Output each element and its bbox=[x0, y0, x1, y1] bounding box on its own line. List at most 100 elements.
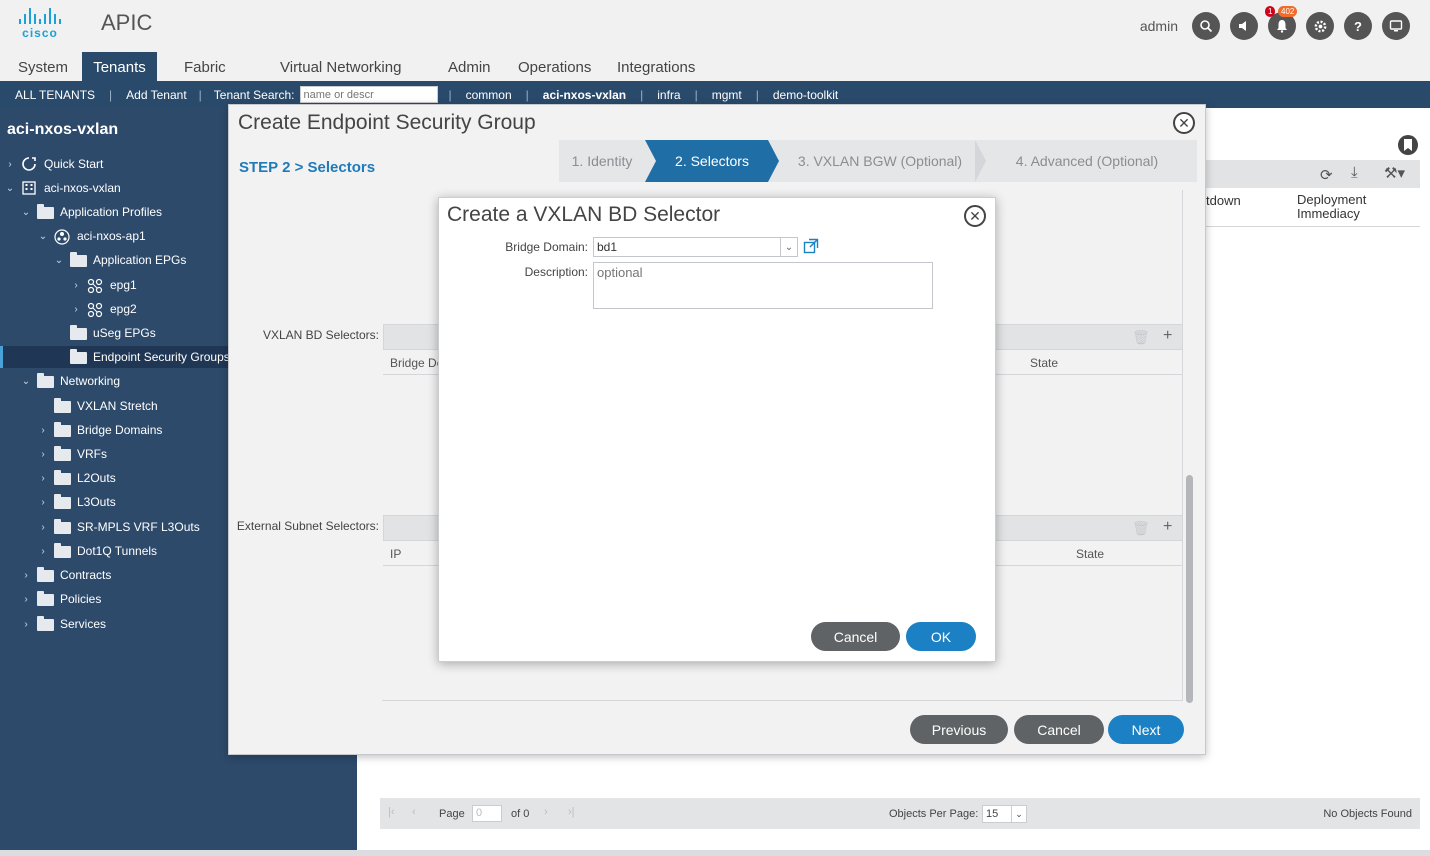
app-title: APIC bbox=[101, 10, 153, 35]
tree-item-epg2[interactable]: › epg2 bbox=[71, 298, 137, 320]
tenant-link-demo-toolkit[interactable]: demo-toolkit bbox=[773, 88, 838, 102]
objects-per-page-select[interactable]: 15 ⌄ bbox=[982, 805, 1027, 823]
tools-icon[interactable]: ⚒▾ bbox=[1384, 164, 1405, 182]
wizard-step-selectors[interactable]: 2. Selectors bbox=[656, 140, 768, 182]
add-icon[interactable]: + bbox=[1163, 518, 1172, 536]
tree-item-l2outs[interactable]: › L2Outs bbox=[38, 467, 116, 489]
tree-item-sr-mpls-vrf-l3outs[interactable]: › SR-MPLS VRF L3Outs bbox=[38, 516, 200, 538]
tab-admin[interactable]: Admin bbox=[448, 52, 491, 81]
chevron-right-icon[interactable]: › bbox=[38, 522, 48, 533]
user-name[interactable]: admin bbox=[1140, 18, 1178, 34]
dialog-scrollbar[interactable] bbox=[1186, 475, 1193, 703]
chevron-down-icon[interactable]: ⌄ bbox=[5, 183, 15, 194]
chevron-right-icon[interactable]: › bbox=[38, 546, 48, 557]
search-icon[interactable] bbox=[1192, 12, 1220, 40]
tree-item-quick-start[interactable]: › Quick Start bbox=[5, 153, 103, 175]
wizard-step-vxlan-bgw[interactable]: 3. VXLAN BGW (Optional) bbox=[785, 140, 975, 182]
main-nav: System Tenants Fabric Virtual Networking… bbox=[0, 52, 1430, 81]
chevron-down-icon[interactable]: ⌄ bbox=[21, 207, 31, 218]
tree-item-policies[interactable]: › Policies bbox=[21, 588, 101, 610]
tree-item-vxlan-stretch[interactable]: VXLAN Stretch bbox=[38, 395, 158, 417]
add-icon[interactable]: + bbox=[1163, 327, 1172, 345]
description-input[interactable] bbox=[593, 262, 933, 309]
prev-page-icon[interactable]: ‹ bbox=[412, 806, 416, 818]
bell-icon[interactable]: 1 402 bbox=[1265, 6, 1298, 40]
tree-item-networking[interactable]: ⌄ Networking bbox=[21, 370, 120, 392]
trash-icon[interactable]: 🗑 bbox=[1132, 520, 1150, 537]
next-page-icon[interactable]: › bbox=[544, 806, 548, 818]
chevron-right-icon[interactable]: › bbox=[38, 449, 48, 460]
tenant-link-infra[interactable]: infra bbox=[657, 88, 680, 102]
tree-item-useg-epgs[interactable]: uSeg EPGs bbox=[54, 322, 156, 344]
monitor-icon[interactable] bbox=[1382, 12, 1410, 40]
help-icon[interactable]: ? bbox=[1344, 12, 1372, 40]
tab-virtual-networking[interactable]: Virtual Networking bbox=[280, 52, 401, 81]
chevron-right-icon[interactable]: › bbox=[5, 159, 15, 170]
ok-button[interactable]: OK bbox=[906, 622, 976, 651]
tree-item-application-epgs[interactable]: ⌄ Application EPGs bbox=[54, 249, 186, 271]
wizard-step-identity[interactable]: 1. Identity bbox=[559, 140, 645, 182]
close-icon[interactable]: ✕ bbox=[964, 205, 986, 227]
chevron-right-icon[interactable]: › bbox=[38, 497, 48, 508]
tree-item-services[interactable]: › Services bbox=[21, 613, 106, 635]
refresh-icon[interactable]: ⟳ bbox=[1320, 166, 1333, 184]
tree-item-aci-nxos-ap1[interactable]: ⌄ aci-nxos-ap1 bbox=[38, 225, 146, 247]
chevron-right-icon[interactable]: › bbox=[38, 425, 48, 436]
tree-item-contracts[interactable]: › Contracts bbox=[21, 564, 111, 586]
tenant-link-common[interactable]: common bbox=[466, 88, 512, 102]
chevron-right-icon[interactable]: › bbox=[21, 619, 31, 630]
external-link-icon[interactable] bbox=[803, 238, 819, 254]
chevron-down-icon[interactable]: ⌄ bbox=[38, 231, 48, 242]
objects-per-page-label: Objects Per Page: bbox=[889, 808, 979, 820]
chevron-right-icon[interactable]: › bbox=[21, 594, 31, 605]
chevron-right-icon[interactable]: › bbox=[38, 473, 48, 484]
bridge-domain-select[interactable]: bd1 ⌄ bbox=[593, 237, 798, 257]
tab-fabric[interactable]: Fabric bbox=[184, 52, 226, 81]
wizard-step-advanced[interactable]: 4. Advanced (Optional) bbox=[987, 140, 1187, 182]
tenant-link-mgmt[interactable]: mgmt bbox=[712, 88, 742, 102]
download-icon[interactable]: ⤓ bbox=[1351, 164, 1358, 181]
tree-item-epg1[interactable]: › epg1 bbox=[71, 274, 137, 296]
cancel-button[interactable]: Cancel bbox=[811, 622, 900, 651]
tenant-icon bbox=[21, 181, 38, 195]
first-page-icon[interactable]: |‹ bbox=[388, 806, 395, 818]
previous-button[interactable]: Previous bbox=[910, 715, 1008, 744]
chevron-right-icon[interactable]: › bbox=[71, 280, 81, 291]
chevron-right-icon[interactable]: › bbox=[71, 304, 81, 315]
announcement-icon[interactable] bbox=[1230, 12, 1258, 40]
cancel-button[interactable]: Cancel bbox=[1014, 715, 1104, 744]
tree-item-l3outs[interactable]: › L3Outs bbox=[38, 491, 116, 513]
tab-operations[interactable]: Operations bbox=[518, 52, 591, 81]
bookmark-icon[interactable] bbox=[1398, 135, 1418, 155]
gear-icon[interactable] bbox=[1306, 12, 1334, 40]
tree-item-dot1q-tunnels[interactable]: › Dot1Q Tunnels bbox=[38, 540, 157, 562]
tree-item-bridge-domains[interactable]: › Bridge Domains bbox=[38, 419, 162, 441]
chevron-down-icon[interactable]: ⌄ bbox=[21, 376, 31, 387]
tenant-link-aci-nxos-vxlan[interactable]: aci-nxos-vxlan bbox=[543, 88, 626, 102]
all-tenants-link[interactable]: ALL TENANTS bbox=[15, 88, 95, 102]
chevron-right-icon[interactable]: › bbox=[21, 570, 31, 581]
tree-item-vrfs[interactable]: › VRFs bbox=[38, 443, 107, 465]
tenant-search-label: Tenant Search: bbox=[213, 87, 295, 102]
tree-item-endpoint-security-groups[interactable]: Endpoint Security Groups bbox=[54, 346, 230, 368]
tenant-search-input[interactable] bbox=[299, 86, 438, 103]
chevron-down-icon[interactable]: ⌄ bbox=[54, 255, 64, 266]
folder-icon bbox=[37, 591, 54, 606]
external-column-ip: IP bbox=[390, 547, 402, 561]
folder-icon bbox=[37, 567, 54, 582]
folder-icon bbox=[54, 519, 71, 534]
tree-item-application-profiles[interactable]: ⌄ Application Profiles bbox=[21, 201, 162, 223]
page-input[interactable]: 0 bbox=[472, 805, 502, 822]
close-icon[interactable]: ✕ bbox=[1173, 112, 1195, 134]
status-bar bbox=[0, 850, 1430, 856]
next-button[interactable]: Next bbox=[1108, 715, 1184, 744]
tab-integrations[interactable]: Integrations bbox=[617, 52, 695, 81]
tab-tenants[interactable]: Tenants bbox=[82, 52, 157, 81]
cisco-logo: cisco bbox=[14, 8, 66, 40]
add-tenant-link[interactable]: Add Tenant bbox=[126, 88, 187, 102]
tab-system[interactable]: System bbox=[18, 52, 68, 81]
tree-item-tenant[interactable]: ⌄ aci-nxos-vxlan bbox=[5, 177, 121, 199]
trash-icon[interactable]: 🗑 bbox=[1132, 329, 1150, 346]
user-area: admin 1 402 ? bbox=[1140, 6, 1410, 40]
last-page-icon[interactable]: ›| bbox=[568, 806, 575, 818]
